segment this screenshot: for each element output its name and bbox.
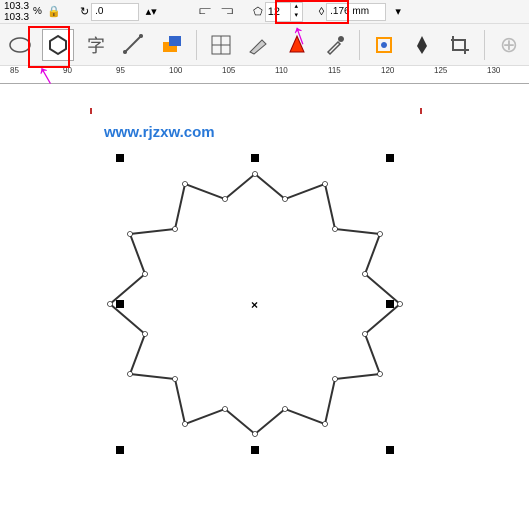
selection-handle-se[interactable] <box>386 446 394 454</box>
pen-tool[interactable] <box>406 29 438 61</box>
divider-2 <box>359 30 360 60</box>
polygon-sides-icon: ⬠ <box>253 5 263 18</box>
selection-handle-ne[interactable] <box>386 154 394 162</box>
selection-handle-n[interactable] <box>251 154 259 162</box>
selection-handle-e[interactable] <box>386 300 394 308</box>
selection-handle-nw[interactable] <box>116 154 124 162</box>
horizontal-ruler: 85 90 95 100 105 110 115 120 125 130 <box>0 66 529 84</box>
text-tool[interactable]: 字 <box>80 29 112 61</box>
eyedropper-tool[interactable] <box>319 29 351 61</box>
divider <box>196 30 197 60</box>
snap-tool[interactable] <box>368 29 400 61</box>
zoom-unit: % <box>33 6 42 17</box>
divider-3 <box>484 30 485 60</box>
outline-dropdown[interactable]: ▾ <box>388 2 408 22</box>
selection-handle-sw[interactable] <box>116 446 124 454</box>
rotation-icon: ↻ <box>80 5 89 18</box>
table-tool[interactable] <box>205 29 237 61</box>
knife-tool[interactable] <box>243 29 275 61</box>
selection-handle-w[interactable] <box>116 300 124 308</box>
align-icon-2[interactable]: ⫎ <box>217 2 237 22</box>
ruler-marker-left <box>90 108 92 114</box>
ruler-marker-right <box>420 108 422 114</box>
zoom-values: 103.3 103.3 <box>2 1 31 23</box>
highlight-sides-input <box>275 0 349 24</box>
add-button[interactable]: ⊕ <box>493 29 525 61</box>
dimension-tool[interactable] <box>118 29 150 61</box>
canvas-area[interactable]: × <box>0 84 529 512</box>
crop-tool[interactable] <box>444 29 476 61</box>
center-marker[interactable]: × <box>251 298 258 312</box>
zoom-x: 103.3 <box>4 1 29 12</box>
shape-orange-tool[interactable] <box>156 29 188 61</box>
zoom-y: 103.3 <box>4 12 29 23</box>
align-icon-1[interactable]: ⫍ <box>195 2 215 22</box>
lock-icon[interactable]: 🔒 <box>44 2 64 22</box>
rotation-spinner[interactable]: ▴▾ <box>141 2 161 22</box>
watermark-text: www.rjzxw.com <box>104 124 215 141</box>
toolbar-tools-row: 字 ⊕ <box>0 24 529 66</box>
selection-handle-s[interactable] <box>251 446 259 454</box>
toolbar-info-row: 103.3 103.3 % 🔒 ↻ ▴▾ ⫍ ⫎ ⬠ ▴ ▾ ◊ ▾ <box>0 0 529 24</box>
rotation-input[interactable] <box>91 3 139 21</box>
